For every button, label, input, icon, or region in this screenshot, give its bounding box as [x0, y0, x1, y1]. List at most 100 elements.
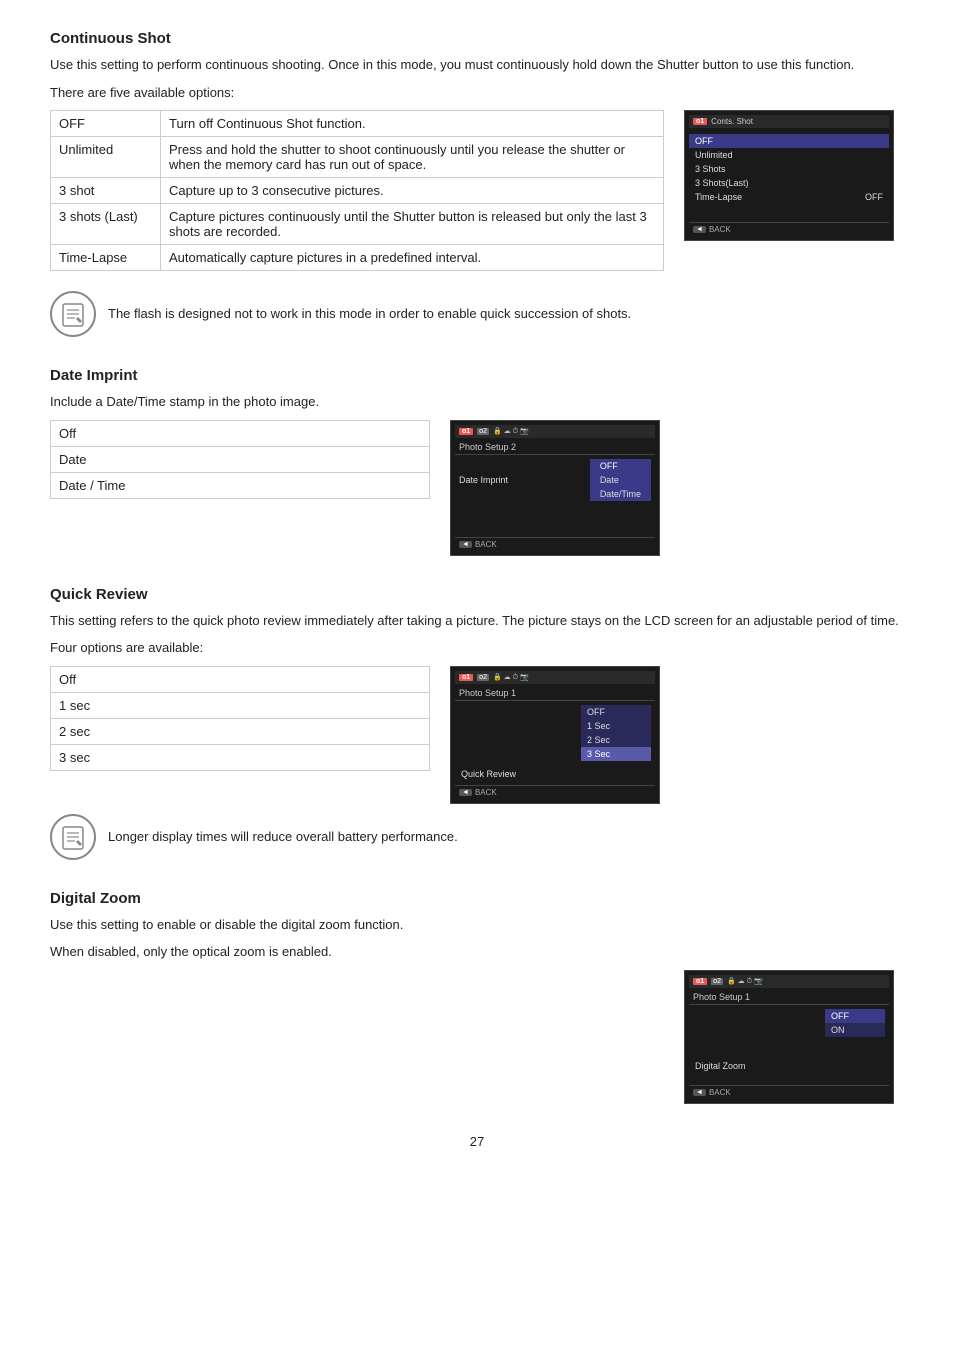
continuous-shot-lcd-preview: o1 Conts. Shot OFF Unlimited 3 Shots 3 S…: [684, 110, 904, 241]
lcd-icon-o1: o1: [459, 674, 473, 681]
option-description: Press and hold the shutter to shoot cont…: [161, 137, 664, 178]
lcd-icon-o1: o1: [459, 428, 473, 435]
lcd-quick-review-row: OFF 1 Sec 2 Sec 3 Sec: [455, 703, 655, 763]
option-label: 3 shot: [51, 178, 161, 204]
table-row: 3 sec: [51, 744, 430, 770]
lcd-quick-review-submenu: OFF 1 Sec 2 Sec 3 Sec: [581, 705, 651, 761]
table-row: Date: [51, 446, 430, 472]
lcd-item-off: OFF: [689, 134, 889, 148]
quick-review-lcd-screen: o1 o2 🔒 ☁ ⏱ 📷 Photo Setup 1 OFF 1 Sec 2 …: [450, 666, 660, 804]
digital-zoom-description1: Use this setting to enable or disable th…: [50, 915, 904, 935]
note-svg-icon: [59, 823, 87, 851]
lcd-icon-o1: o1: [693, 118, 707, 125]
digital-zoom-content: o1 o2 🔒 ☁ ⏱ 📷 Photo Setup 1 OFF ON Digit…: [50, 970, 904, 1104]
digital-zoom-section: Digital Zoom Use this setting to enable …: [50, 890, 904, 1104]
continuous-shot-options-intro: There are five available options:: [50, 83, 904, 103]
digital-zoom-description2: When disabled, only the optical zoom is …: [50, 942, 904, 962]
lcd-date-imprint-row: Date Imprint OFF Date Date/Time: [455, 457, 655, 503]
lcd-item-unlimited: Unlimited: [689, 148, 889, 162]
lcd-back-label: BACK: [709, 225, 731, 234]
option-label: 2 sec: [51, 718, 430, 744]
table-row: Unlimited Press and hold the shutter to …: [51, 137, 664, 178]
digital-zoom-lcd-preview: o1 o2 🔒 ☁ ⏱ 📷 Photo Setup 1 OFF ON Digit…: [684, 970, 904, 1104]
lcd-date-imprint-label: Date Imprint: [459, 475, 508, 485]
lcd-icons-extra: 🔒 ☁ ⏱ 📷: [493, 673, 529, 682]
lcd-subitem-datetime: Date/Time: [594, 487, 647, 501]
lcd-icon-o1: o1: [693, 978, 707, 985]
option-description: Automatically capture pictures in a pred…: [161, 245, 664, 271]
quick-review-lcd-preview: o1 o2 🔒 ☁ ⏱ 📷 Photo Setup 1 OFF 1 Sec 2 …: [450, 666, 670, 804]
table-row: Off: [51, 666, 430, 692]
option-description: Capture pictures continuously until the …: [161, 204, 664, 245]
quick-review-section: Quick Review This setting refers to the …: [50, 586, 904, 860]
table-row: 3 shots (Last) Capture pictures continuo…: [51, 204, 664, 245]
lcd-subitem-1sec: 1 Sec: [581, 719, 651, 733]
continuous-shot-table-area: OFF Turn off Continuous Shot function. U…: [50, 110, 664, 281]
continuous-shot-note: The flash is designed not to work in thi…: [50, 291, 904, 337]
lcd-back: ◄ BACK: [689, 222, 889, 236]
digital-zoom-title: Digital Zoom: [50, 890, 904, 907]
digital-zoom-lcd-screen: o1 o2 🔒 ☁ ⏱ 📷 Photo Setup 1 OFF ON Digit…: [684, 970, 894, 1104]
lcd-subitem-on: ON: [825, 1023, 885, 1037]
option-label: 1 sec: [51, 692, 430, 718]
option-label: Time-Lapse: [51, 245, 161, 271]
lcd-item-3shotslast: 3 Shots(Last): [689, 176, 889, 190]
lcd-icon-o2: o2: [711, 978, 723, 985]
option-description: Turn off Continuous Shot function.: [161, 111, 664, 137]
date-imprint-description: Include a Date/Time stamp in the photo i…: [50, 392, 904, 412]
date-imprint-lcd-screen: o1 o2 🔒 ☁ ⏱ 📷 Photo Setup 2 Date Imprint…: [450, 420, 660, 556]
note-icon: [50, 814, 96, 860]
lcd-icons-extra: 🔒 ☁ ⏱ 📷: [493, 427, 529, 436]
lcd-screen: o1 Conts. Shot OFF Unlimited 3 Shots 3 S…: [684, 110, 894, 241]
lcd-back-button: ◄: [459, 541, 472, 548]
quick-review-table: Off 1 sec 2 sec 3 sec: [50, 666, 430, 771]
lcd-digital-zoom-label: Digital Zoom: [689, 1059, 889, 1073]
table-row: Date / Time: [51, 472, 430, 498]
date-imprint-section: Date Imprint Include a Date/Time stamp i…: [50, 367, 904, 556]
lcd-menu-title: Photo Setup 2: [455, 440, 655, 455]
lcd-digital-zoom-row: OFF ON: [689, 1007, 889, 1039]
table-row: 1 sec: [51, 692, 430, 718]
option-description: Capture up to 3 consecutive pictures.: [161, 178, 664, 204]
lcd-quick-review-label: Quick Review: [455, 767, 655, 781]
option-label: Off: [51, 666, 430, 692]
lcd-menu-title: Photo Setup 1: [689, 990, 889, 1005]
lcd-menu-title-header: Conts. Shot: [711, 117, 753, 126]
continuous-shot-title: Continuous Shot: [50, 30, 904, 47]
lcd-back-label: BACK: [709, 1088, 731, 1097]
continuous-shot-note-text: The flash is designed not to work in thi…: [108, 304, 631, 324]
lcd-back-label: BACK: [475, 788, 497, 797]
lcd-subitem-date: Date: [594, 473, 647, 487]
lcd-icon-o2: o2: [477, 428, 489, 435]
lcd-back: ◄ BACK: [689, 1085, 889, 1099]
lcd-item-3shots: 3 Shots: [689, 162, 889, 176]
lcd-subitem-off: OFF: [581, 705, 651, 719]
lcd-header: o1 o2 🔒 ☁ ⏱ 📷: [455, 425, 655, 438]
option-label: Date: [51, 446, 430, 472]
quick-review-options-intro: Four options are available:: [50, 638, 904, 658]
table-row: 3 shot Capture up to 3 consecutive pictu…: [51, 178, 664, 204]
page-number: 27: [50, 1134, 904, 1149]
quick-review-content: Off 1 sec 2 sec 3 sec o1: [50, 666, 904, 804]
continuous-shot-table: OFF Turn off Continuous Shot function. U…: [50, 110, 664, 271]
option-label: OFF: [51, 111, 161, 137]
continuous-shot-content: OFF Turn off Continuous Shot function. U…: [50, 110, 904, 281]
date-imprint-table-area: Off Date Date / Time: [50, 420, 430, 499]
lcd-timelapse-label: Time-Lapse: [695, 192, 742, 202]
note-icon: [50, 291, 96, 337]
table-row: Time-Lapse Automatically capture picture…: [51, 245, 664, 271]
lcd-back-button: ◄: [693, 226, 706, 233]
note-svg-icon: [59, 300, 87, 328]
option-label: Off: [51, 420, 430, 446]
date-imprint-title: Date Imprint: [50, 367, 904, 384]
date-imprint-lcd-preview: o1 o2 🔒 ☁ ⏱ 📷 Photo Setup 2 Date Imprint…: [450, 420, 670, 556]
lcd-subitem-off: OFF: [825, 1009, 885, 1023]
lcd-icons-extra: 🔒 ☁ ⏱ 📷: [727, 977, 763, 986]
continuous-shot-description: Use this setting to perform continuous s…: [50, 55, 904, 75]
continuous-shot-section: Continuous Shot Use this setting to perf…: [50, 30, 904, 337]
lcd-item-timelapse: Time-Lapse OFF: [689, 190, 889, 204]
lcd-subitem-3sec: 3 Sec: [581, 747, 651, 761]
quick-review-note-text: Longer display times will reduce overall…: [108, 827, 458, 847]
table-row: 2 sec: [51, 718, 430, 744]
lcd-header: o1 o2 🔒 ☁ ⏱ 📷: [455, 671, 655, 684]
